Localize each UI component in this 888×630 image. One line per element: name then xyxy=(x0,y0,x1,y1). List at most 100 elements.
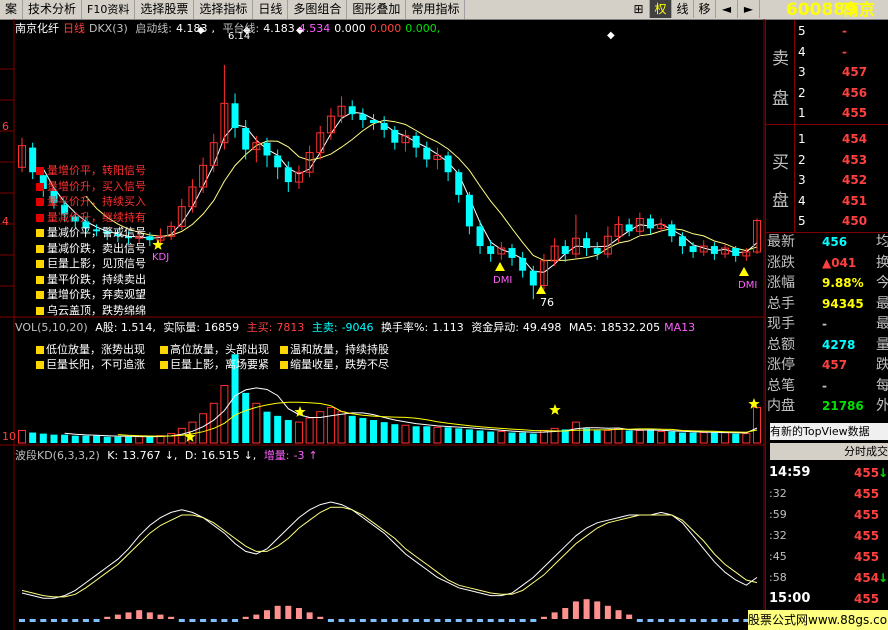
sell-level-row: 1 455 xyxy=(798,106,868,120)
kd-hist-bar xyxy=(157,614,164,619)
volume-bar xyxy=(742,433,751,444)
volume-bar xyxy=(316,411,325,444)
volume-bar xyxy=(412,426,420,443)
volume-bar xyxy=(337,411,346,444)
volume-bar xyxy=(71,435,79,443)
candle-body xyxy=(508,248,516,258)
kd-hist-bar xyxy=(626,614,633,619)
candle-body xyxy=(529,270,537,286)
volume-bar xyxy=(444,427,452,443)
kd-hist-bar xyxy=(264,610,270,619)
plus-icon[interactable]: ⊞ xyxy=(628,0,650,18)
menu-select-stock[interactable]: 选择股票 xyxy=(135,0,195,19)
volume-bar xyxy=(199,413,208,444)
volume-bar xyxy=(497,431,506,444)
stat-row: 总额 4278 量 xyxy=(767,336,888,353)
kd-hist-bar xyxy=(413,619,420,622)
turnover-label: 换手率%: xyxy=(381,321,429,334)
candle-body xyxy=(412,135,420,148)
kd-increase-value: -3 xyxy=(293,449,305,462)
vol-actual: 16859 xyxy=(204,321,240,334)
signal-legend-item: 量平价升，持续买入 xyxy=(36,195,146,208)
kd-d-line xyxy=(21,506,758,598)
volume-bar xyxy=(625,430,633,443)
kd-k-value: 13.767 xyxy=(122,449,161,462)
volume-bar xyxy=(380,422,388,443)
toolbar-left-edge[interactable]: 案 xyxy=(0,0,24,19)
dmi-marker-2 xyxy=(739,267,749,276)
vol-actual-label: 实际量: xyxy=(163,321,201,334)
menu-select-indicator[interactable]: 选择指标 xyxy=(194,0,254,19)
candle-body xyxy=(423,147,431,160)
kd-hist-bar xyxy=(200,619,207,622)
candle-body xyxy=(561,246,569,254)
kd-hist-bar xyxy=(466,619,473,622)
vol-panel-title: VOL(5,10,20) A股: 1.514, 实际量: 16859 主买: 781… xyxy=(15,321,699,335)
signal-legend-item: 巨量上影，见顶信号 xyxy=(36,257,146,270)
vol-signal-1: 低位放量，涨势出现 xyxy=(36,343,145,356)
menu-f10[interactable]: F10资料 xyxy=(82,0,136,19)
topview-banner[interactable]: 有新的TopView数据 xyxy=(770,423,888,440)
left-arrow-icon[interactable]: ◄ xyxy=(716,0,738,18)
dmi-label-1: DMI xyxy=(493,275,513,286)
kd-hist-bar xyxy=(61,619,68,622)
ma13-label: MA13 xyxy=(664,321,696,334)
kd-hist-bar xyxy=(146,612,153,619)
stat-row: 涨幅 9.88% 今 xyxy=(767,275,888,291)
volume-bar xyxy=(274,415,282,443)
low-price-label: 76 xyxy=(540,296,554,309)
candle-body xyxy=(263,142,271,156)
candle-body xyxy=(465,194,473,227)
intraday-trades-tab[interactable]: 分时成交 xyxy=(770,443,888,460)
signal-legend-item: 乌云盖顶，跌势绵绵 xyxy=(36,304,146,317)
kd-hist-bar xyxy=(349,619,356,622)
candle-body xyxy=(678,236,686,247)
kd-hist-bar xyxy=(317,616,324,619)
volume-bar xyxy=(294,421,303,444)
stat-row: 总手 94345 最 xyxy=(767,295,888,312)
volume-bar xyxy=(114,436,122,443)
kd-hist-bar xyxy=(551,612,558,619)
menu-technical-analysis[interactable]: 技术分析 xyxy=(23,0,83,19)
candle-body xyxy=(455,172,463,195)
volume-bar xyxy=(465,429,473,443)
kd-hist-bar xyxy=(402,619,409,622)
stat-row: 现手 - 最 xyxy=(767,316,888,332)
kd-hist-bar xyxy=(679,619,686,622)
kd-hist-bar xyxy=(572,601,579,619)
kd-hist-bar xyxy=(104,616,111,619)
kd-hist-bar xyxy=(168,616,175,619)
kd-hist-bar xyxy=(647,619,654,622)
volume-bar xyxy=(476,430,484,443)
kd-hist-bar xyxy=(210,619,217,622)
volume-bar xyxy=(220,385,229,444)
menu-common-indicators[interactable]: 常用指标 xyxy=(406,0,466,19)
menu-multi-chart[interactable]: 多图组合 xyxy=(288,0,348,19)
vol-main-sell-label: 主卖: xyxy=(311,321,338,334)
menu-daily[interactable]: 日线 xyxy=(253,0,289,19)
volume-bar xyxy=(519,432,527,443)
volume-bar xyxy=(305,417,314,444)
kd-hist-bar xyxy=(381,619,388,622)
main-value-2: 0.000 xyxy=(334,22,366,35)
menu-overlay[interactable]: 图形叠加 xyxy=(347,0,407,19)
stat-row: 涨停 457 跌 xyxy=(767,357,888,373)
line-button[interactable]: 线 xyxy=(672,0,694,18)
rights-button[interactable]: 权 xyxy=(650,0,672,18)
low-marker xyxy=(536,285,546,294)
candle-body xyxy=(668,224,676,237)
ma-line-long xyxy=(85,119,758,261)
kd-hist-bar xyxy=(72,619,79,622)
kd-hist-bar xyxy=(93,619,100,622)
right-arrow-icon[interactable]: ► xyxy=(738,0,760,18)
kd-hist-bar xyxy=(19,619,25,622)
kd-hist-bar xyxy=(615,610,622,619)
move-button[interactable]: 移 xyxy=(694,0,716,18)
buy-level-row: 5 450 xyxy=(798,214,868,228)
volume-bar xyxy=(50,434,58,443)
abnormal: 49.498 xyxy=(522,321,562,334)
volume-bar xyxy=(657,431,666,444)
volume-bar xyxy=(593,430,601,443)
tick-row: :58 454 ↓ xyxy=(769,571,888,585)
volume-bar xyxy=(508,432,516,443)
